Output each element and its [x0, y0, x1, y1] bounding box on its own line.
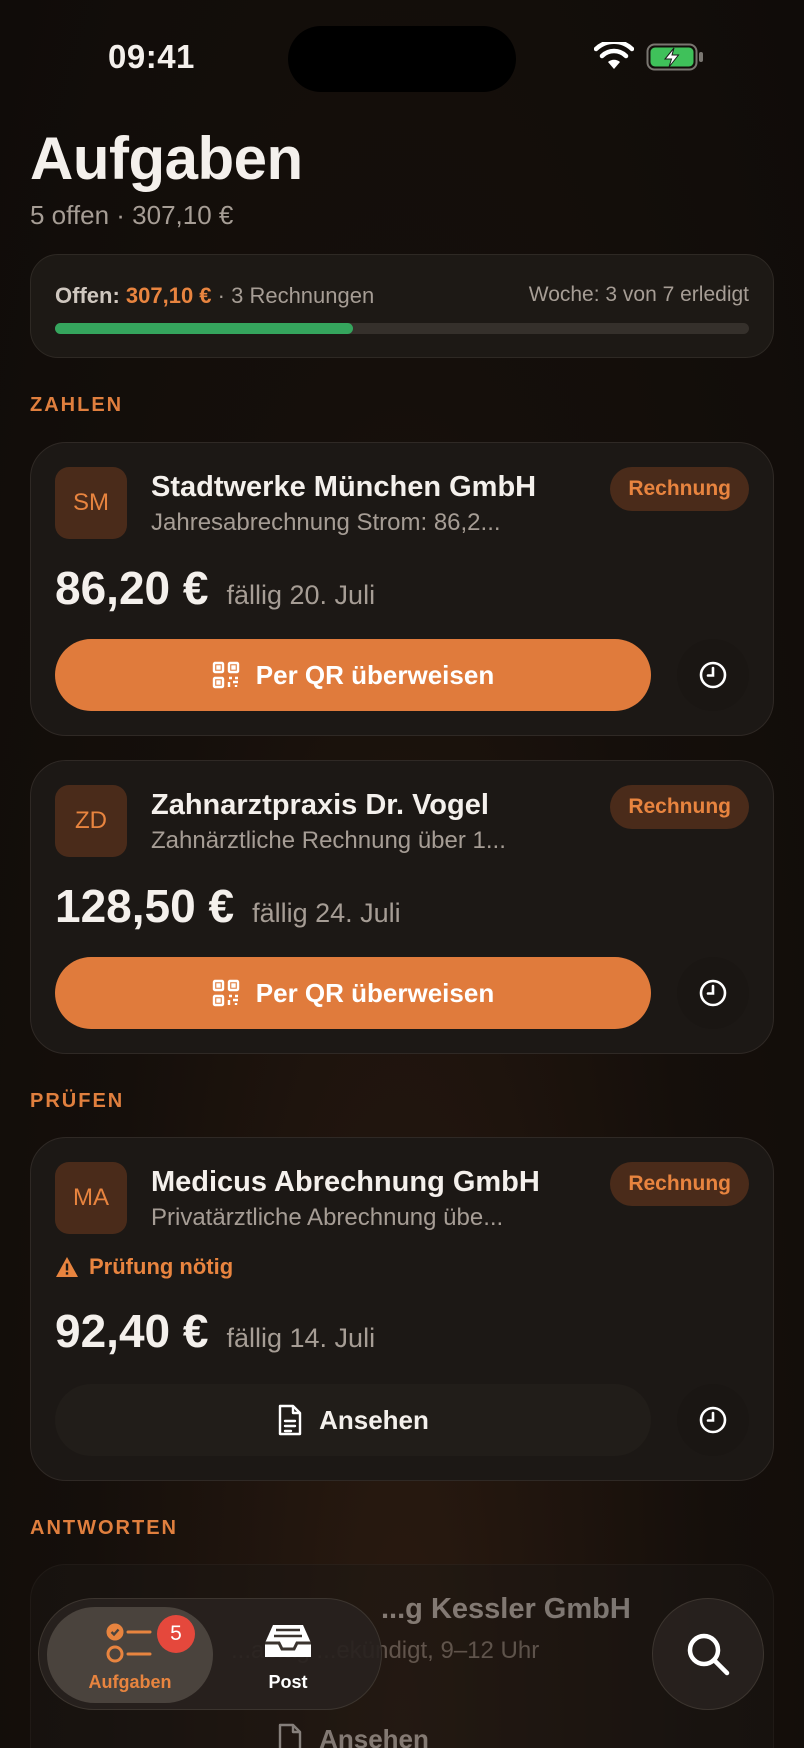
week-progress-fill — [55, 323, 354, 334]
search-icon — [685, 1631, 731, 1677]
pay-qr-button[interactable]: Per QR überweisen — [55, 957, 651, 1029]
task-description: Zahnärztliche Rechnung über 1... — [151, 827, 506, 854]
sender-name: Medicus Abrechnung GmbH — [151, 1166, 540, 1198]
section-label-reply: ANTWORTEN — [30, 1517, 178, 1539]
tab-bar: Aufgaben 5 Post — [38, 1598, 382, 1710]
type-badge: Rechnung — [610, 467, 749, 511]
sender-name: ...g Kessler GmbH — [381, 1593, 631, 1625]
section-label-review: PRÜFEN — [30, 1090, 125, 1112]
sender-name: Stadtwerke München GmbH — [151, 471, 537, 503]
warning-label: Prüfung nötig — [89, 1254, 234, 1279]
task-card[interactable]: ZD Zahnarztpraxis Dr. Vogel Zahnärztlich… — [30, 760, 774, 1054]
screen: 09:41 Aufgaben 5 offen · 307,10 € Offen:… — [0, 0, 804, 1748]
view-label: Ansehen — [319, 1404, 429, 1435]
tasks-icon — [106, 1621, 154, 1665]
task-description: Privatärztliche Abrechnung übe... — [151, 1204, 504, 1231]
page-title: Aufgaben — [30, 125, 303, 192]
tasks-count-badge: 5 — [157, 1615, 195, 1653]
avatar: ZD — [55, 785, 127, 857]
wifi-icon — [594, 42, 634, 72]
qr-code-icon — [212, 661, 240, 689]
tab-post-label: Post — [268, 1672, 308, 1692]
avatar: SM — [55, 467, 127, 539]
type-badge: Rechnung — [610, 785, 749, 829]
amount: 86,20 € — [55, 562, 209, 614]
qr-code-icon — [212, 979, 240, 1007]
sender-name: Zahnarztpraxis Dr. Vogel — [151, 789, 489, 821]
tab-tasks[interactable]: Aufgaben 5 — [47, 1607, 213, 1703]
open-count: · 3 Rechnungen — [217, 283, 375, 308]
snooze-button[interactable] — [677, 639, 749, 711]
open-summary: Offen: 307,10 € · 3 Rechnungen — [55, 283, 374, 309]
view-label: Ansehen — [319, 1723, 429, 1748]
pay-qr-label: Per QR überweisen — [255, 659, 495, 690]
review-warning: Prüfung nötig — [55, 1254, 233, 1280]
warning-icon — [55, 1256, 79, 1278]
amount-row: 86,20 € fällig 20. Juli — [55, 561, 375, 615]
summary-card: Offen: 307,10 € · 3 Rechnungen Woche: 3 … — [30, 254, 774, 358]
clock-icon — [698, 1405, 728, 1435]
pay-qr-button[interactable]: Per QR überweisen — [55, 639, 651, 711]
clock-icon — [698, 978, 728, 1008]
task-card[interactable]: SM Stadtwerke München GmbH Jahresabrechn… — [30, 442, 774, 736]
amount: 92,40 € — [55, 1305, 209, 1357]
status-time: 09:41 — [108, 38, 195, 75]
week-status: Woche: 3 von 7 erledigt — [528, 283, 749, 306]
due-date: fällig 24. Juli — [252, 898, 401, 928]
dynamic-island — [288, 26, 516, 92]
battery-charging-icon — [646, 43, 704, 71]
page-subtitle: 5 offen · 307,10 € — [30, 200, 234, 230]
open-label: Offen: — [55, 283, 120, 308]
open-amount: 307,10 € — [125, 283, 212, 308]
search-button[interactable] — [652, 1598, 764, 1710]
due-date: fällig 20. Juli — [226, 580, 376, 610]
section-label-pay: ZAHLEN — [30, 394, 124, 416]
task-description: Jahresabrechnung Strom: 86,2... — [151, 509, 501, 536]
type-badge: Rechnung — [610, 1162, 749, 1206]
pay-qr-label: Per QR überweisen — [255, 977, 495, 1008]
tab-tasks-label: Aufgaben — [88, 1672, 172, 1692]
due-date: fällig 14. Juli — [226, 1323, 376, 1353]
amount: 128,50 € — [55, 880, 235, 932]
snooze-button[interactable] — [677, 957, 749, 1029]
amount-row: 92,40 € fällig 14. Juli — [55, 1304, 375, 1358]
amount-row: 128,50 € fällig 24. Juli — [55, 879, 401, 933]
document-icon — [277, 1723, 303, 1748]
task-card[interactable]: MA Medicus Abrechnung GmbH Privatärztlic… — [30, 1137, 774, 1481]
snooze-button[interactable] — [677, 1384, 749, 1456]
week-progress-bar — [55, 323, 749, 334]
view-button[interactable]: Ansehen — [55, 1384, 651, 1456]
clock-icon — [698, 660, 728, 690]
document-icon — [277, 1404, 303, 1436]
avatar: MA — [55, 1162, 127, 1234]
inbox-icon — [263, 1621, 313, 1661]
tab-post[interactable]: Post — [205, 1607, 371, 1703]
